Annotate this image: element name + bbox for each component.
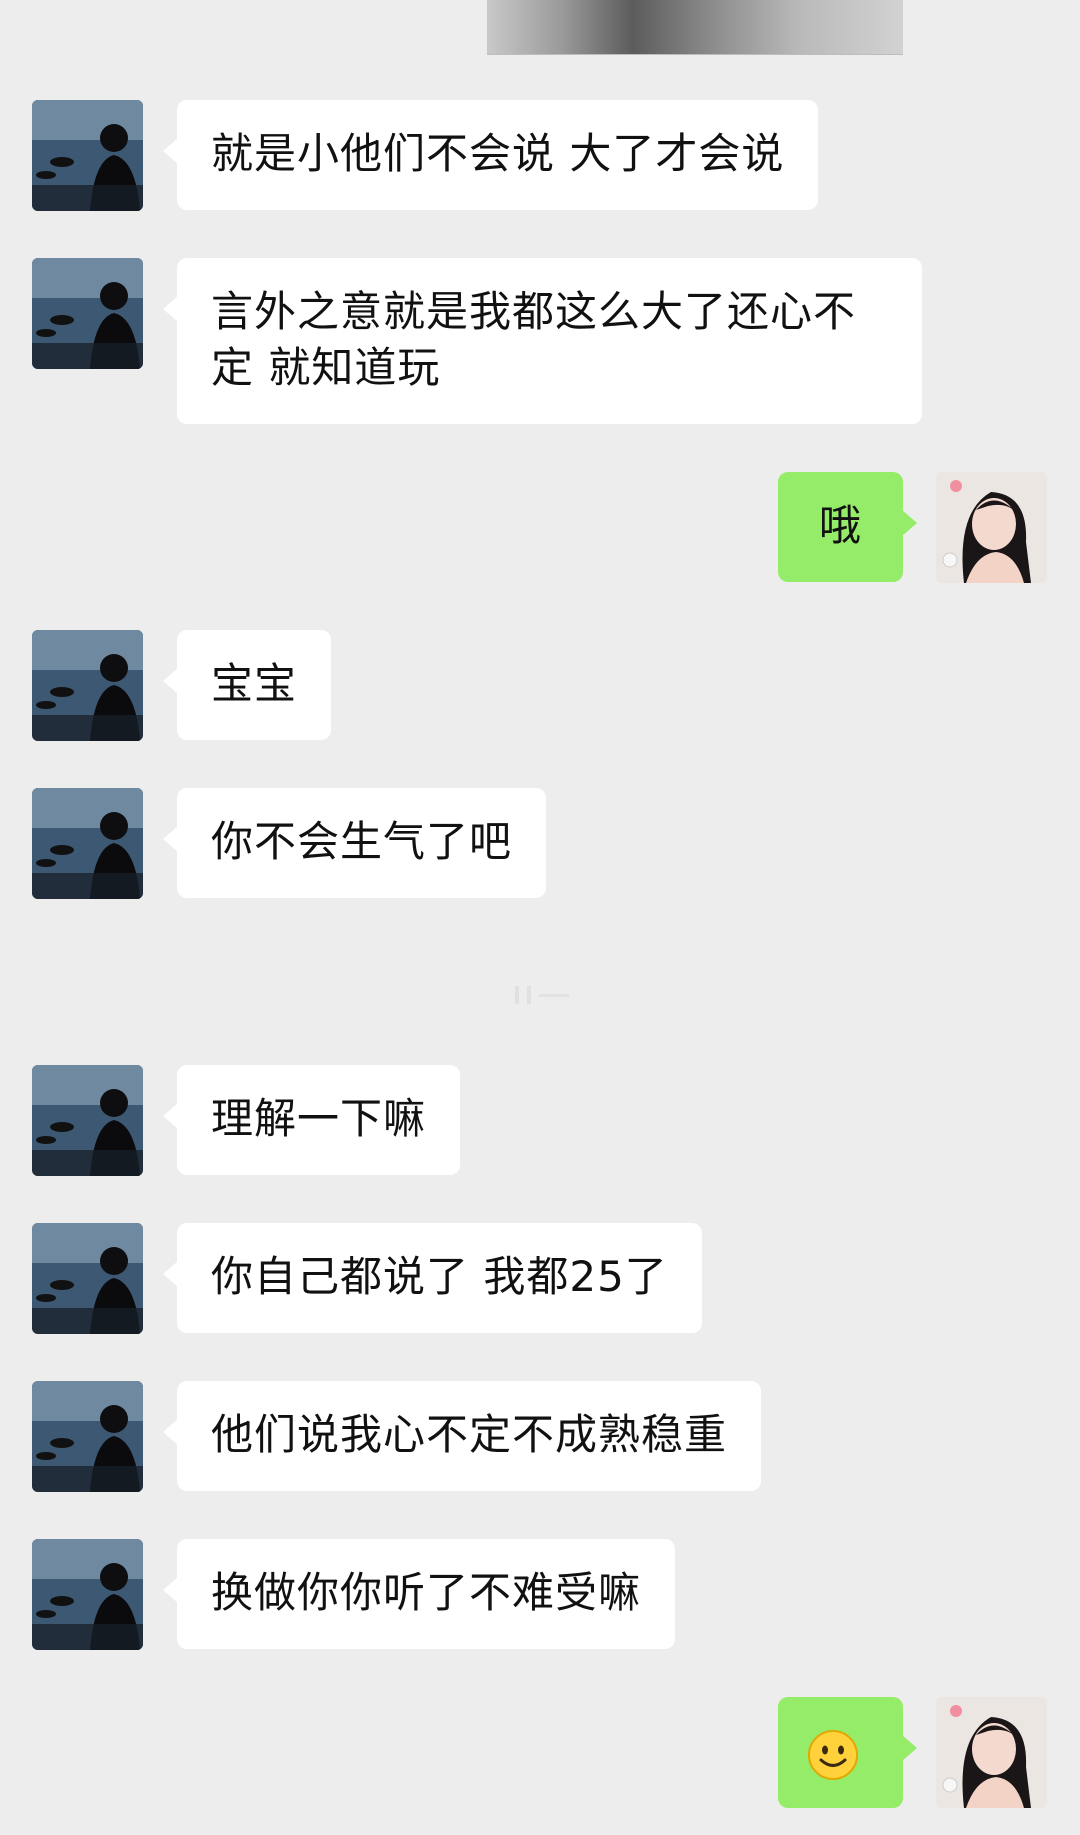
contact-avatar[interactable] bbox=[32, 1223, 143, 1334]
message-bubble[interactable]: 你自己都说了 我都25了 bbox=[163, 1223, 702, 1333]
message-bubble[interactable]: 就是小他们不会说 大了才会说 bbox=[162, 100, 819, 210]
contact-avatar[interactable] bbox=[32, 788, 143, 899]
message-bubble[interactable]: 你不会生气了吧 bbox=[162, 788, 547, 898]
message-text: 宝宝 bbox=[211, 659, 298, 708]
message-bubble[interactable] bbox=[778, 1697, 917, 1808]
my-avatar[interactable] bbox=[936, 1697, 1047, 1808]
contact-avatar[interactable] bbox=[32, 630, 143, 741]
message-text: 换做你你听了不难受嘛 bbox=[211, 1568, 642, 1617]
message-text: 就是小他们不会说 大了才会说 bbox=[211, 129, 785, 178]
contact-avatar[interactable] bbox=[32, 258, 143, 369]
message-bubble[interactable]: 换做你你听了不难受嘛 bbox=[162, 1539, 676, 1649]
message-bubble[interactable]: 理解一下嘛 bbox=[162, 1065, 461, 1175]
message-text: 言外之意就是我都这么大了还心不定 就知道玩 bbox=[211, 287, 857, 392]
my-avatar[interactable] bbox=[936, 472, 1047, 583]
message-bubble[interactable]: 言外之意就是我都这么大了还心不定 就知道玩 bbox=[163, 258, 922, 424]
avatar-photo-icon bbox=[32, 1223, 143, 1334]
contact-avatar[interactable] bbox=[32, 100, 143, 211]
avatar-photo-icon bbox=[32, 630, 143, 741]
avatar-photo-icon bbox=[32, 100, 143, 211]
avatar-photo-icon bbox=[32, 1381, 143, 1492]
contact-avatar[interactable] bbox=[32, 1065, 143, 1176]
avatar-photo-icon bbox=[936, 472, 1047, 583]
avatar-photo-icon bbox=[32, 788, 143, 899]
contact-avatar[interactable] bbox=[32, 1381, 143, 1492]
contact-avatar[interactable] bbox=[32, 1539, 143, 1650]
watermark-mark bbox=[515, 986, 591, 1004]
message-bubble[interactable]: 哦 bbox=[778, 472, 917, 582]
message-bubble[interactable]: 他们说我心不定不成熟稳重 bbox=[162, 1381, 762, 1491]
image-message[interactable] bbox=[487, 0, 903, 55]
message-text: 理解一下嘛 bbox=[211, 1094, 427, 1143]
avatar-photo-icon bbox=[32, 1065, 143, 1176]
avatar-photo-icon bbox=[32, 1539, 143, 1650]
message-text: 哦 bbox=[818, 501, 862, 550]
message-text: 你不会生气了吧 bbox=[211, 817, 513, 866]
avatar-photo-icon bbox=[936, 1697, 1047, 1808]
message-text: 他们说我心不定不成熟稳重 bbox=[211, 1410, 728, 1459]
smile-emoji-icon bbox=[808, 1730, 858, 1780]
chat-thread: 就是小他们不会说 大了才会说 言外之意就是我都这么大了还心不定 就知道玩 哦 宝… bbox=[0, 0, 1080, 1835]
message-bubble[interactable]: 宝宝 bbox=[162, 630, 332, 740]
avatar-photo-icon bbox=[32, 258, 143, 369]
message-text: 你自己都说了 我都25了 bbox=[211, 1252, 668, 1301]
